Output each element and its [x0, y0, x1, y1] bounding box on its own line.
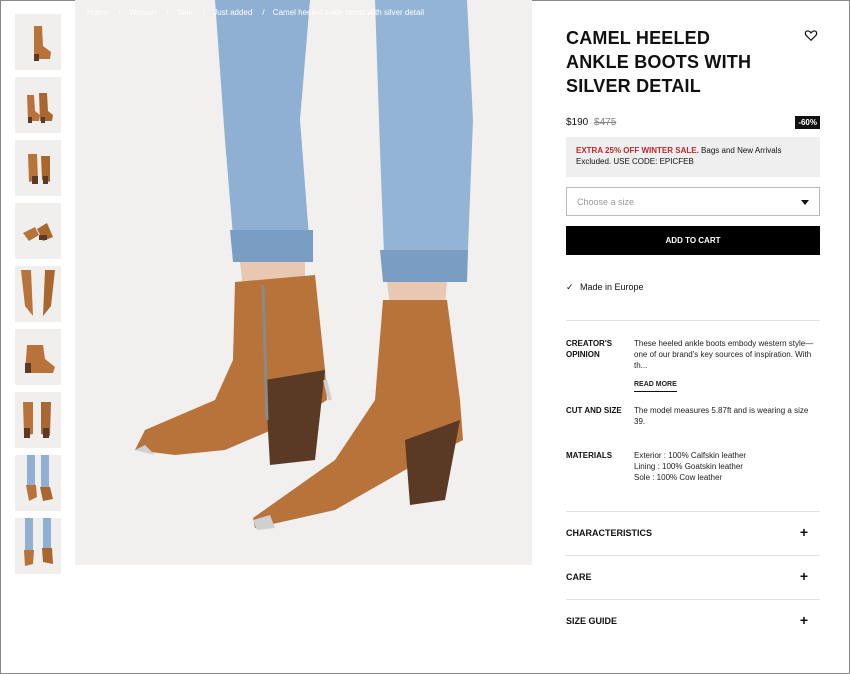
spec-value: The model measures 5.87ft and is wearing…	[634, 406, 809, 426]
thumbnail-strip	[15, 14, 62, 581]
thumbnail-4[interactable]	[15, 203, 61, 259]
heart-icon[interactable]	[804, 28, 818, 42]
breadcrumb-home[interactable]: Home	[87, 8, 108, 17]
thumbnail-8[interactable]	[15, 455, 61, 511]
discount-badge: -60%	[795, 116, 820, 129]
size-placeholder: Choose a size	[577, 197, 635, 207]
origin-info: ✓ Made in Europe	[566, 282, 644, 293]
accordion-label: SIZE GUIDE	[566, 616, 618, 626]
breadcrumb-sale[interactable]: Sale	[177, 8, 193, 17]
material-line: Sole : 100% Cow leather	[634, 473, 723, 482]
accordion-characteristics[interactable]: CHARACTERISTICS +	[566, 511, 820, 555]
plus-icon: +	[799, 568, 808, 584]
spec-value: These heeled ankle boots embody western …	[634, 339, 814, 370]
accordion-care[interactable]: CARE +	[566, 555, 820, 599]
promo-banner: EXTRA 25% OFF WINTER SALE. Bags and New …	[566, 137, 820, 177]
product-title: CAMEL HEELED ANKLE BOOTS WITH SILVER DET…	[566, 28, 752, 96]
divider	[566, 320, 820, 321]
promo-highlight: EXTRA 25% OFF WINTER SALE.	[576, 146, 699, 155]
spec-cut-size: CUT AND SIZE The model measures 5.87ft a…	[566, 405, 820, 435]
spec-label: MATERIALS	[566, 451, 613, 460]
add-to-cart-button[interactable]: ADD TO CART	[566, 226, 820, 255]
breadcrumb-just-added[interactable]: Just added	[213, 8, 252, 17]
thumbnail-1[interactable]	[15, 14, 61, 70]
thumbnail-7[interactable]	[15, 392, 61, 448]
thumbnail-5[interactable]	[15, 266, 61, 322]
plus-icon: +	[799, 524, 808, 540]
product-main-image[interactable]: Home / Woman / Sale / Just added / Camel hee…	[75, 0, 532, 565]
price-row: $190 $475 -60%	[566, 116, 820, 129]
read-more-link[interactable]: READ MORE	[634, 379, 677, 392]
spec-value-wrap: These heeled ankle boots embody western …	[634, 338, 820, 392]
current-price: $190	[566, 117, 589, 128]
thumbnail-3[interactable]	[15, 140, 61, 196]
accordion-label: CARE	[566, 572, 592, 582]
accordion-size-guide[interactable]: SIZE GUIDE +	[566, 599, 820, 643]
origin-text: Made in Europe	[580, 282, 644, 292]
plus-icon: +	[799, 612, 808, 628]
size-dropdown[interactable]: Choose a size	[566, 187, 820, 216]
spec-creator-opinion: CREATOR'S OPINION These heeled ankle boo…	[566, 338, 820, 398]
original-price: $475	[594, 117, 617, 128]
material-line: Exterior : 100% Calfskin leather	[634, 451, 747, 460]
accordion-label: CHARACTERISTICS	[566, 528, 653, 538]
breadcrumb-current: Camel heeled ankle boots with silver det…	[272, 8, 424, 17]
thumbnail-2[interactable]	[15, 77, 61, 133]
thumbnail-9[interactable]	[15, 518, 61, 574]
breadcrumb-woman[interactable]: Woman	[129, 8, 156, 17]
material-line: Lining : 100% Goatskin leather	[634, 462, 743, 471]
boots-illustration	[135, 0, 473, 530]
check-icon: ✓	[566, 282, 574, 292]
breadcrumb: Home / Woman / Sale / Just added / Camel hee…	[87, 8, 424, 17]
spec-value: Exterior : 100% Calfskin leather Lining …	[634, 450, 820, 483]
thumbnail-6[interactable]	[15, 329, 61, 385]
spec-label: CUT AND SIZE	[566, 406, 622, 415]
spec-materials: MATERIALS Exterior : 100% Calfskin leath…	[566, 450, 820, 490]
spec-label: CREATOR'S OPINION	[566, 339, 613, 359]
caret-down-icon	[801, 200, 809, 205]
